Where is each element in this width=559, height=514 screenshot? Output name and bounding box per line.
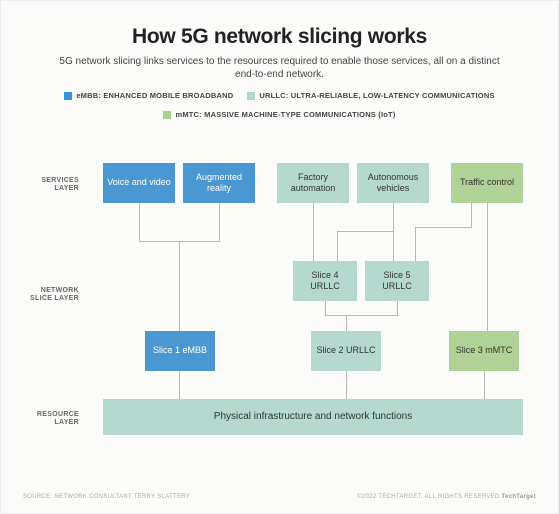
row-slice-label: NETWORK SLICE LAYER (25, 287, 79, 304)
service-av: Autonomous vehicles (357, 163, 429, 203)
footer-copyright: ©2022 TECHTARGET, ALL RIGHTS RESERVED (357, 494, 499, 500)
slice-5: Slice 5 URLLC (365, 261, 429, 301)
slice-1: Slice 1 eMBB (145, 331, 215, 371)
line (415, 227, 472, 228)
line (337, 231, 338, 261)
line (393, 231, 394, 261)
service-traffic: Traffic control (451, 163, 523, 203)
line (487, 203, 488, 331)
legend-embb: eMBB: ENHANCED MOBILE BROADBAND (64, 91, 233, 100)
legend-embb-label: eMBB: ENHANCED MOBILE BROADBAND (76, 91, 233, 100)
slice-3: Slice 3 mMTC (449, 331, 519, 371)
service-voice: Voice and video (103, 163, 175, 203)
line (346, 371, 347, 399)
service-ar: Augmented reality (183, 163, 255, 203)
service-factory: Factory automation (277, 163, 349, 203)
row-resource-label: RESOURCE LAYER (25, 411, 79, 428)
line (325, 315, 398, 316)
legend-urllc: URLLC: ULTRA-RELIABLE, LOW-LATENCY COMMU… (247, 91, 494, 100)
line (415, 227, 416, 261)
line (325, 301, 326, 315)
slice-4: Slice 4 URLLC (293, 261, 357, 301)
diagram-inner: How 5G network slicing works 5G network … (11, 11, 548, 503)
line (313, 203, 314, 261)
footer-brand: TechTarget (502, 494, 536, 500)
subtitle: 5G network slicing links services to the… (11, 55, 548, 81)
row-services-label: SERVICES LAYER (25, 177, 79, 194)
line (179, 371, 180, 399)
legend: eMBB: ENHANCED MOBILE BROADBAND URLLC: U… (11, 91, 548, 119)
line (337, 231, 394, 232)
swatch-green-icon (163, 111, 171, 119)
footer: SOURCE: NETWORK CONSULTANT TERRY SLATTER… (23, 494, 536, 500)
swatch-teal-icon (247, 92, 255, 100)
line (139, 203, 140, 241)
line (471, 203, 472, 227)
swatch-blue-icon (64, 92, 72, 100)
line (393, 203, 394, 231)
legend-urllc-label: URLLC: ULTRA-RELIABLE, LOW-LATENCY COMMU… (259, 91, 494, 100)
footer-source: SOURCE: NETWORK CONSULTANT TERRY SLATTER… (23, 494, 190, 500)
slice-2: Slice 2 URLLC (311, 331, 381, 371)
line (346, 315, 347, 331)
line (484, 371, 485, 399)
title: How 5G network slicing works (11, 25, 548, 49)
resource-layer: Physical infrastructure and network func… (103, 399, 523, 435)
legend-mmtc: mMTC: MASSIVE MACHINE-TYPE COMMUNICATION… (11, 110, 548, 119)
line (219, 203, 220, 241)
line (179, 241, 180, 331)
diagram-frame: How 5G network slicing works 5G network … (0, 0, 559, 514)
line (397, 301, 398, 315)
legend-mmtc-label: mMTC: MASSIVE MACHINE-TYPE COMMUNICATION… (175, 110, 395, 119)
